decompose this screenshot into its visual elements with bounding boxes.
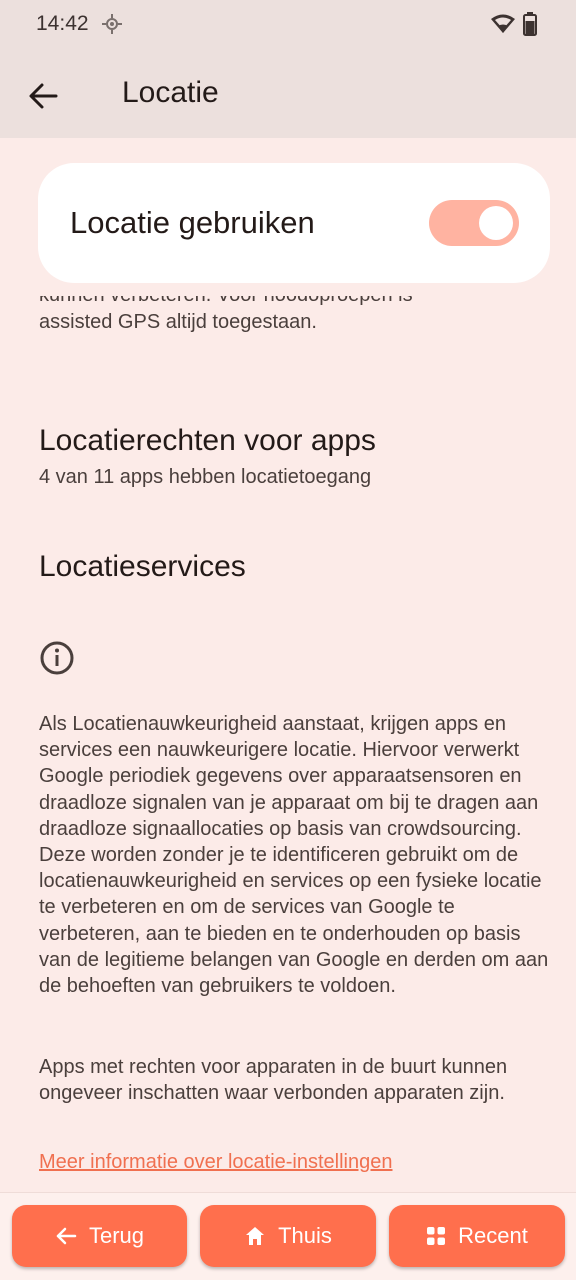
home-button[interactable]: Thuis <box>200 1205 376 1267</box>
nearby-devices-paragraph: Apps met rechten voor apparaten in de bu… <box>39 1056 508 1105</box>
accuracy-info-paragraph: Als Locatienauwkeurigheid aanstaat, krij… <box>39 713 549 998</box>
page-title: Locatie <box>122 76 219 109</box>
home-icon <box>246 1227 265 1245</box>
battery-icon <box>523 12 537 36</box>
app-permissions-title[interactable]: Locatierechten voor apps <box>39 424 376 458</box>
home-button-label: Thuis <box>278 1223 332 1248</box>
info-icon <box>40 641 74 675</box>
location-description: kunnen verbeteren. Voor noodoproepen is … <box>39 296 413 333</box>
status-bar: 14:42 <box>0 0 576 50</box>
arrow-left-icon <box>56 1227 77 1245</box>
main-switch-card[interactable]: Locatie gebruiken <box>38 163 550 283</box>
bottom-nav: Terug Thuis Recent <box>0 1192 576 1280</box>
settings-list[interactable]: kunnen verbeteren. Voor noodoproepen is … <box>0 296 576 1192</box>
main-switch-label: Locatie gebruiken <box>70 205 315 240</box>
recent-button-label: Recent <box>458 1223 528 1248</box>
learn-more-link[interactable]: Meer informatie over locatie-instellinge… <box>39 1151 393 1174</box>
location-icon <box>102 14 122 34</box>
location-toggle[interactable] <box>429 200 519 246</box>
location-services-item[interactable]: Locatieservices <box>39 550 246 584</box>
recent-button[interactable]: Recent <box>389 1205 565 1267</box>
app-bar: Locatie <box>0 50 576 138</box>
wifi-icon <box>491 14 515 33</box>
back-button-label: Terug <box>88 1223 145 1248</box>
status-time: 14:42 <box>36 12 89 35</box>
app-permissions-summary: 4 van 11 apps hebben locatietoegang <box>39 466 372 488</box>
back-button[interactable]: Terug <box>12 1205 187 1267</box>
recent-apps-icon <box>427 1227 446 1245</box>
toggle-thumb <box>479 206 513 240</box>
back-arrow-icon[interactable] <box>24 76 64 116</box>
